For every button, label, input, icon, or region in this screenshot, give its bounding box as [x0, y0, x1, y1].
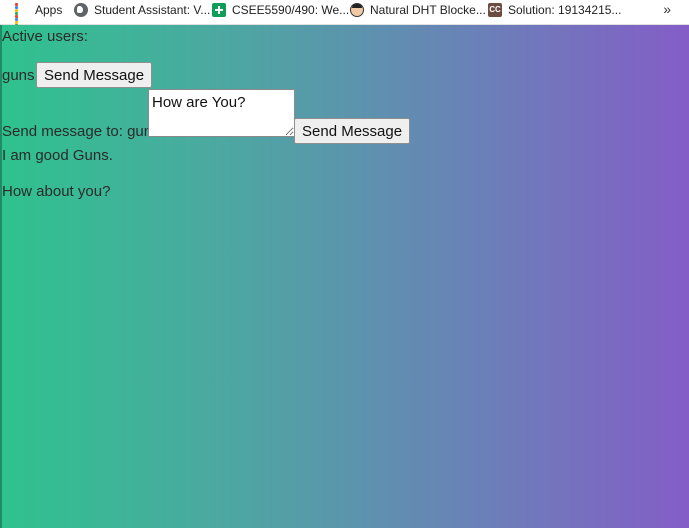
bookmark-label: Apps [35, 3, 63, 17]
message-input[interactable]: How are You? [148, 89, 295, 137]
chat-page: Active users: guns Send Message Send mes… [0, 25, 689, 528]
bookmark-label: Student Assistant: V... [94, 3, 211, 17]
active-users-label: Active users: [2, 28, 88, 45]
bookmarks-bar: Apps Student Assistant: V... CSEE5590/49… [0, 0, 689, 30]
bookmark-natural-dht[interactable]: Natural DHT Blocke... [350, 0, 486, 20]
apps-grid-icon [15, 3, 29, 30]
bookmark-solution[interactable]: CC Solution: 19134215... [488, 0, 621, 20]
send-message-to-user-button[interactable]: Send Message [36, 62, 153, 88]
send-message-button[interactable]: Send Message [294, 118, 411, 144]
avatar-face-icon [350, 3, 364, 17]
bookmark-csee5590[interactable]: CSEE5590/490: We... [212, 0, 349, 20]
bookmark-label: Solution: 19134215... [508, 3, 622, 17]
more-bookmarks-chevron-icon[interactable]: » [663, 1, 671, 17]
bookmark-apps[interactable]: Apps [15, 0, 63, 30]
cc-icon: CC [488, 3, 502, 17]
globe-icon [74, 3, 88, 17]
user-name: guns [2, 67, 35, 84]
bookmark-label: Natural DHT Blocke... [370, 3, 486, 17]
bookmark-label: CSEE5590/490: We... [232, 3, 350, 17]
message-item: How about you? [2, 183, 111, 200]
google-sheets-icon [212, 3, 226, 17]
message-item: I am good Guns. [2, 147, 113, 164]
bookmark-student-assistant[interactable]: Student Assistant: V... [74, 0, 210, 20]
compose-recipient-label: Send message to: guns [2, 123, 160, 140]
